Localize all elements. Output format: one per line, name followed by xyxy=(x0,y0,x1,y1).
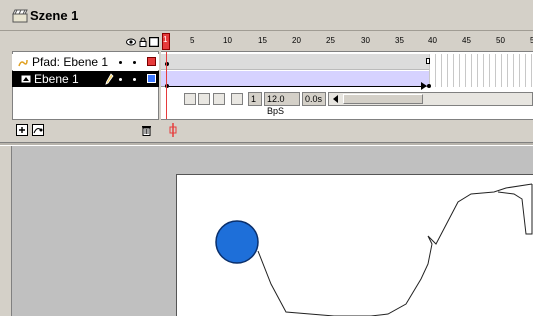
playhead-line xyxy=(166,52,167,119)
guide-layer-icon xyxy=(18,59,28,67)
frame-row-path[interactable] xyxy=(161,54,429,70)
onion-skin-icon[interactable] xyxy=(184,93,196,105)
ruler-label: 20 xyxy=(292,36,301,45)
ruler-label: 30 xyxy=(361,36,370,45)
onion-outline-icon[interactable] xyxy=(198,93,210,105)
ruler-label: 45 xyxy=(462,36,471,45)
ruler-label: 5 xyxy=(190,36,195,45)
pencil-icon xyxy=(105,73,114,85)
add-layer-icon[interactable] xyxy=(16,124,28,136)
frame-row-ebene[interactable] xyxy=(161,71,429,87)
scrollbar-thumb[interactable] xyxy=(343,94,423,104)
outline-square-icon[interactable] xyxy=(149,37,159,47)
ruler-label: 15 xyxy=(258,36,267,45)
lock-dot[interactable] xyxy=(133,61,136,64)
visible-dot[interactable] xyxy=(119,78,122,81)
add-motion-guide-icon[interactable] xyxy=(32,124,44,136)
scene-bar xyxy=(0,0,533,31)
ruler-label: 50 xyxy=(496,36,505,45)
edit-multiple-icon[interactable] xyxy=(213,93,225,105)
frame-rate[interactable]: 12.0 BpS xyxy=(264,92,300,116)
motion-tween-arrow xyxy=(169,86,425,87)
keyframe-dot[interactable] xyxy=(427,84,431,88)
layer-row-ebene[interactable]: Ebene 1 xyxy=(12,71,159,87)
layer-name: Ebene 1 xyxy=(34,72,79,86)
outline-color-box[interactable] xyxy=(147,57,156,66)
ruler-label: 25 xyxy=(326,36,335,45)
onion-markers-icon[interactable] xyxy=(231,93,243,105)
blue-circle-symbol[interactable] xyxy=(214,219,260,265)
layer-name: Pfad: Ebene 1 xyxy=(32,55,109,69)
scroll-left-arrow-icon[interactable] xyxy=(333,95,338,103)
layer-row-path[interactable]: Pfad: Ebene 1 xyxy=(12,54,159,70)
empty-frame-grid[interactable] xyxy=(429,54,533,87)
elapsed-time: 0.0s xyxy=(302,92,326,106)
layer-panel-footer xyxy=(12,119,159,141)
frame-ruler[interactable]: 5 10 15 20 25 30 35 40 45 50 55 xyxy=(161,33,533,52)
lock-dot[interactable] xyxy=(133,78,136,81)
ruler-label: 40 xyxy=(428,36,437,45)
outline-color-box[interactable] xyxy=(147,74,156,83)
layer-header xyxy=(12,33,159,52)
timeline-toolbar xyxy=(161,119,533,141)
center-frame-icon[interactable] xyxy=(169,123,177,137)
visible-dot[interactable] xyxy=(119,61,122,64)
scene-title[interactable]: Szene 1 xyxy=(30,8,78,23)
stage-left-scrollbar[interactable] xyxy=(0,146,12,316)
trash-icon[interactable] xyxy=(141,124,152,136)
ruler-label: 10 xyxy=(223,36,232,45)
lock-icon[interactable] xyxy=(138,37,148,47)
scene-clapper-icon xyxy=(12,9,28,23)
playhead-frame-label: 1 xyxy=(163,35,168,44)
end-frame-marker[interactable] xyxy=(426,58,430,64)
current-frame: 1 xyxy=(248,92,262,106)
layer-icon xyxy=(21,75,31,83)
eye-icon[interactable] xyxy=(126,37,136,47)
ruler-label: 35 xyxy=(395,36,404,45)
